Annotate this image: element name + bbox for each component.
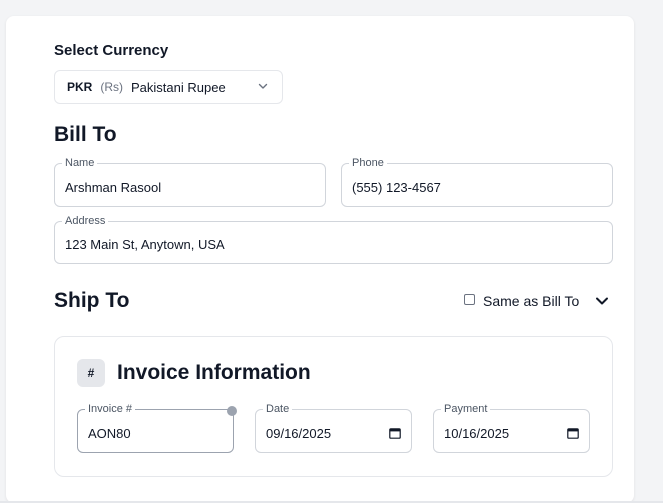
bill-to-name-field[interactable]: Name Arshman Rasool [54,156,326,207]
calendar-icon[interactable] [389,427,401,439]
payment-label: Payment [441,402,491,416]
phone-label: Phone [349,156,387,170]
currency-section-label: Select Currency [54,42,169,59]
chevron-down-icon[interactable] [594,293,610,309]
same-as-bill-to-checkbox[interactable] [464,294,475,305]
bill-to-address-field[interactable]: Address 123 Main St, Anytown, USA [54,214,613,264]
calendar-icon[interactable] [567,427,579,439]
date-value: 09/16/2025 [266,426,332,441]
address-value: 123 Main St, Anytown, USA [65,237,225,252]
invoice-date-field[interactable]: Date 09/16/2025 [255,402,412,453]
payment-date-field[interactable]: Payment 10/16/2025 [433,402,590,453]
name-label: Name [62,156,98,170]
bill-to-phone-field[interactable]: Phone (555) 123-4567 [341,156,613,207]
date-label: Date [263,402,293,416]
invoice-information-card: # Invoice Information Invoice # AON80 Da… [54,336,613,477]
same-as-bill-to-label[interactable]: Same as Bill To [483,293,579,309]
invoice-number-value: AON80 [88,426,131,441]
invoice-number-label: Invoice # [85,402,136,416]
hash-icon: # [77,359,105,387]
currency-code: PKR [67,80,93,94]
phone-value: (555) 123-4567 [352,180,441,195]
payment-value: 10/16/2025 [444,426,510,441]
bill-to-heading: Bill To [54,123,117,146]
ship-to-heading: Ship To [54,289,130,312]
field-indicator-dot [227,406,237,416]
chevron-down-icon [258,83,268,89]
currency-name: Pakistani Rupee [131,79,226,95]
currency-symbol: (Rs) [100,80,124,94]
invoice-number-field[interactable]: Invoice # AON80 [77,402,237,453]
invoice-information-heading: Invoice Information [117,361,311,384]
currency-select[interactable]: PKR (Rs) Pakistani Rupee [54,70,283,104]
name-value: Arshman Rasool [65,180,162,195]
invoice-form-card: Select Currency PKR (Rs) Pakistani Rupee… [6,16,634,503]
address-label: Address [62,214,109,228]
